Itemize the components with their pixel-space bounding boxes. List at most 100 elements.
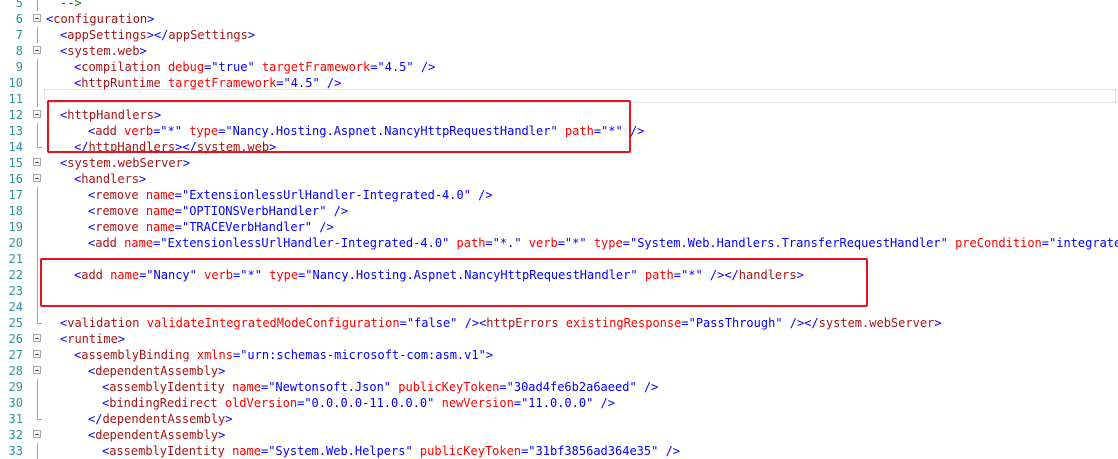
line-number: 10 — [8, 76, 23, 90]
code-line[interactable]: 33 <assemblyIdentity name="System.Web.Hel… — [0, 443, 1118, 459]
code-line[interactable]: 18 <remove name="OPTIONSVerbHandler" /> — [0, 203, 1118, 219]
code-text: <configuration> — [46, 11, 154, 27]
code-line[interactable]: 28 <dependentAssembly> — [0, 363, 1118, 379]
code-token: system.web — [67, 44, 140, 58]
collapse-icon[interactable] — [33, 158, 41, 166]
code-token: =" — [557, 236, 573, 250]
code-token: > — [147, 12, 155, 26]
code-lines[interactable]: 5 --> 6 <configuration> 7 <appSettings></appS… — [0, 0, 1118, 459]
code-line[interactable]: 30 <bindingRedirect oldVersion="0.0.0.0-1… — [0, 395, 1118, 411]
collapse-icon[interactable] — [33, 334, 41, 342]
line-number: 31 — [8, 412, 23, 426]
code-token: dependentAssembly — [95, 428, 219, 442]
code-token: > — [182, 156, 191, 170]
line-number: 32 — [8, 428, 23, 442]
outline-guide — [37, 283, 38, 299]
code-token: " /> — [463, 188, 493, 202]
code-line[interactable]: 25 <validation validateIntegratedModeConf… — [0, 315, 1118, 331]
code-token: ></ — [146, 28, 169, 42]
outline-guide — [37, 187, 38, 203]
code-line[interactable]: 8 <system.web> — [0, 43, 1118, 59]
code-token: " /> — [586, 396, 615, 410]
line-number: 30 — [8, 396, 23, 410]
code-line[interactable]: 6 <configuration> — [0, 11, 1118, 27]
code-line[interactable]: 32 <dependentAssembly> — [0, 427, 1118, 443]
code-token: =" — [513, 396, 529, 410]
line-number: 24 — [8, 300, 23, 314]
code-token: 30ad4fe6b2a6aeed — [513, 380, 630, 394]
code-line[interactable]: 7 <appSettings></appSettings> — [0, 27, 1118, 43]
line-number: 29 — [8, 380, 23, 394]
code-token: =" — [174, 220, 190, 234]
code-text: <system.web> — [46, 43, 147, 59]
code-token: integratedMode — [1056, 236, 1118, 250]
code-line[interactable]: 19 <remove name="TRACEVerbHandler" /> — [0, 219, 1118, 235]
code-token: name — [145, 188, 175, 202]
code-token: type — [593, 236, 623, 250]
code-editor[interactable]: 5 --> 6 <configuration> 7 <appSettings></appS… — [0, 0, 1118, 459]
outline-guide — [37, 27, 38, 43]
code-line[interactable]: 20 <add name="ExtensionlessUrlHandler-Int… — [0, 235, 1118, 251]
code-line[interactable]: 29 <assemblyIdentity name="Newtonsoft.Jso… — [0, 379, 1118, 395]
collapse-icon[interactable] — [33, 110, 41, 118]
code-line[interactable]: 16 <handlers> — [0, 171, 1118, 187]
code-text: --> — [46, 0, 82, 11]
code-line[interactable]: 26 <runtime> — [0, 331, 1118, 347]
code-text: <compilation debug="true" targetFramewor… — [46, 59, 435, 75]
code-token: true — [218, 60, 248, 74]
code-token: preCondition — [955, 236, 1042, 250]
outline-guide — [37, 395, 38, 411]
outline-guide — [37, 379, 38, 395]
code-token: " — [247, 60, 262, 74]
line-number: 17 — [8, 188, 23, 202]
code-token: Newtonsoft.Json — [275, 380, 384, 394]
code-line[interactable]: 17 <remove name="ExtensionlessUrlHandler-… — [0, 187, 1118, 203]
code-token: remove — [95, 220, 139, 234]
line-number: 27 — [8, 348, 23, 362]
code-token: =" — [174, 188, 190, 202]
code-token: ExtensionlessUrlHandler-Integrated-4.0 — [189, 188, 464, 202]
line-number: 15 — [8, 156, 23, 170]
code-line[interactable]: 9 <compilation debug="true" targetFramewo… — [0, 59, 1118, 75]
code-line[interactable]: 31 </dependentAssembly> — [0, 411, 1118, 427]
code-text: <add name="ExtensionlessUrlHandler-Integ… — [46, 235, 1118, 251]
code-token: assemblyIdentity — [109, 380, 225, 394]
code-token: verb — [528, 236, 558, 250]
collapse-icon[interactable] — [33, 366, 41, 374]
code-line[interactable]: 5 --> — [0, 0, 1118, 11]
code-text: </dependentAssembly> — [46, 411, 233, 427]
collapse-icon[interactable] — [33, 174, 41, 182]
collapse-icon[interactable] — [33, 350, 41, 358]
code-token: " /> — [629, 380, 659, 394]
code-line[interactable]: 10 <httpRuntime targetFramework="4.5" /> — [0, 75, 1118, 91]
line-number: 14 — [8, 140, 23, 154]
code-token: httpErrors — [486, 316, 559, 330]
code-token: name — [145, 220, 175, 234]
code-token: PassThrough — [695, 316, 776, 330]
collapse-icon[interactable] — [33, 14, 41, 22]
code-token: oldVersion — [224, 396, 298, 410]
line-number: 7 — [15, 28, 23, 42]
outline-guide — [37, 299, 38, 315]
code-token: > — [139, 172, 147, 186]
code-token: httpRuntime — [81, 76, 161, 90]
outline-guide — [37, 267, 38, 283]
code-token: remove — [95, 188, 139, 202]
code-token: add — [95, 236, 117, 250]
code-line[interactable]: 27 <assemblyBinding xmlns="urn:schemas-mi… — [0, 347, 1118, 363]
collapse-icon[interactable] — [33, 430, 41, 438]
code-token: =" — [370, 60, 385, 74]
line-number: 21 — [8, 252, 23, 266]
collapse-icon[interactable] — [33, 46, 41, 54]
code-token: " — [442, 236, 457, 250]
code-token: =" — [204, 60, 219, 74]
code-token: =" — [1041, 236, 1057, 250]
code-line[interactable]: 15 <system.webServer> — [0, 155, 1118, 171]
code-token: system.webServer — [67, 156, 183, 170]
code-text: <remove name="ExtensionlessUrlHandler-In… — [46, 187, 493, 203]
